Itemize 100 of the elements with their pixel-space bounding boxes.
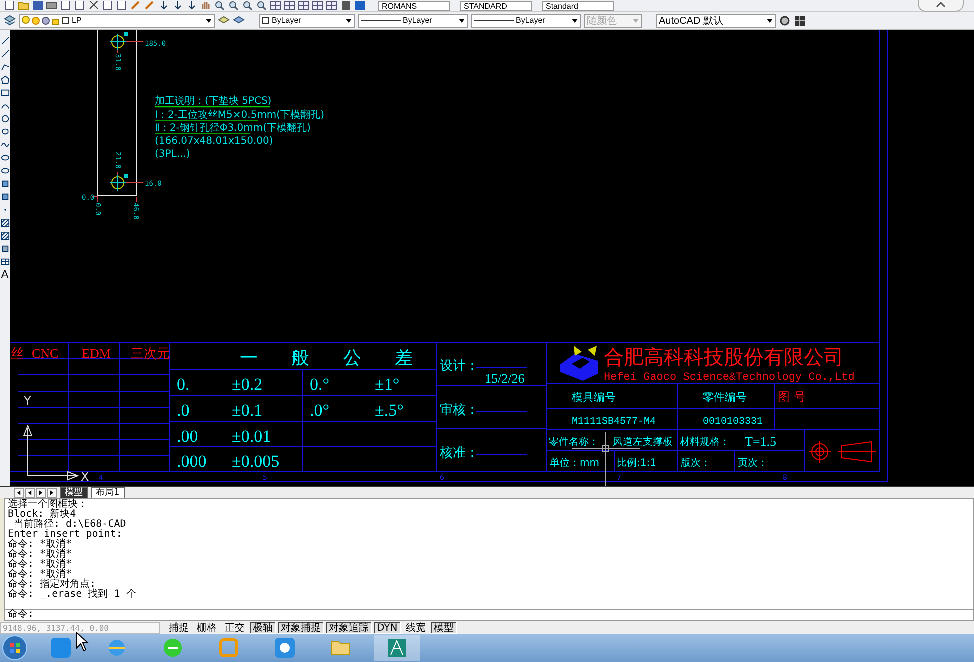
command-line: Block: 新块4 (8, 510, 76, 520)
command-line: Enter insert point: (8, 530, 124, 540)
caret-icon (572, 18, 578, 22)
page-label: 页次： (738, 458, 768, 469)
linetype-dropdown[interactable]: ByLayer (358, 14, 468, 28)
note-text: (3PL...) (155, 149, 190, 160)
grid-icon[interactable] (298, 0, 310, 10)
hatch-tool-icon[interactable] (0, 231, 10, 241)
line-sample-icon (474, 18, 514, 22)
layer-name: LP (72, 16, 83, 25)
command-prompt[interactable]: 命令: (4, 610, 974, 621)
cloud-tool-icon[interactable] (0, 127, 10, 137)
region-tool-icon[interactable] (0, 244, 10, 254)
polygon-tool-icon[interactable] (0, 75, 10, 85)
tab-scroll-icon[interactable] (47, 488, 57, 498)
lineweight-value: ByLayer (516, 16, 546, 25)
grid-icon[interactable] (326, 0, 338, 10)
text-tool-button[interactable]: A (1, 270, 9, 281)
table-cell: M1111SB4577-M4 (572, 417, 656, 428)
command-line: 命令: *取消* (8, 550, 74, 560)
zoom-icon[interactable] (214, 0, 226, 10)
scale-label: 比例:1:1 (617, 458, 656, 469)
status-toggle[interactable]: 极轴 (250, 622, 276, 634)
layout-tab[interactable]: 模型 (60, 486, 88, 498)
style-dropdown[interactable]: ROMANS (378, 0, 450, 10)
caret-icon (346, 18, 352, 22)
color-dropdown[interactable]: ByLayer (259, 14, 355, 28)
command-line: 选择一个图框块： (8, 500, 89, 510)
grid-icon[interactable] (312, 0, 324, 10)
arrow-icon[interactable] (186, 0, 198, 10)
tolerance-value: 0.° (310, 375, 330, 394)
column-header: 零件编号 (703, 391, 747, 404)
color-value: ByLayer (272, 16, 302, 25)
status-toggle[interactable]: DYN (374, 622, 401, 634)
visual-style-value: AutoCAD 默认 (659, 14, 724, 28)
start-button[interactable] (2, 635, 28, 661)
company-name: 合肥高科科技股份有限公司 (604, 345, 844, 369)
hatch-tool-icon[interactable] (0, 218, 10, 228)
hole-drawing (110, 174, 126, 192)
tolerance-value: ±0.1 (232, 401, 263, 420)
part-name: 风道左支撑板 (613, 437, 673, 448)
material-value: T=1.5 (745, 434, 777, 449)
part-name-label: 零件名称： (549, 437, 599, 448)
layout-tab[interactable]: 布局1 (91, 486, 125, 498)
signature-label: 核准： (440, 445, 479, 460)
command-line: 命令: *取消* (8, 570, 72, 580)
layers-icon[interactable] (233, 14, 245, 26)
tolerance-title: 一 般 公 差 (240, 348, 428, 369)
axis-label: Y (24, 394, 32, 408)
column-header: 模具编号 (572, 391, 616, 404)
caret-icon (206, 18, 212, 22)
unit-label: 单位：mm (550, 458, 600, 469)
command-line: 命令: 指定对角点: (8, 580, 96, 590)
layers-icon[interactable] (218, 14, 230, 26)
tolerance-value: ±1° (375, 375, 400, 394)
grid-icon[interactable] (270, 0, 282, 10)
company-name-english: Hefei Gaoco Science&Technology Co.,Ltd (604, 372, 855, 384)
note-text: Ⅱ：2-钢针孔径Φ3.0mm(下模翻孔) (155, 123, 311, 134)
zoom-icon[interactable] (256, 0, 268, 10)
lineweight-dropdown[interactable]: ByLayer (471, 14, 581, 28)
tolerance-value: .00 (177, 427, 198, 446)
note-text: (166.07x48.01x150.00) (155, 136, 274, 147)
tab-scroll-icon[interactable] (14, 488, 24, 498)
table-cell: 0010103331 (703, 417, 764, 428)
status-toggle[interactable]: 模型 (430, 622, 457, 634)
visual-style-dropdown[interactable]: AutoCAD 默认 (656, 14, 776, 28)
process-label: CNC (32, 346, 59, 361)
zoom-icon[interactable] (228, 0, 240, 10)
style-dropdown[interactable]: Standard (542, 0, 614, 10)
linetype-value: ByLayer (403, 16, 434, 25)
status-toggle[interactable]: 对象捕捉 (278, 622, 324, 634)
process-label: 丝 (11, 346, 24, 361)
grid-icon[interactable] (794, 14, 806, 26)
layers-icon[interactable] (4, 14, 16, 26)
command-line: 当前路径: d:\E68-CAD (14, 520, 128, 530)
arrow-icon[interactable] (172, 0, 184, 10)
note-text: Ⅰ：2-工位攻丝M5×0.5mm(下模翻孔) (155, 110, 324, 121)
drafting-app-icon[interactable] (386, 637, 408, 659)
status-toggle[interactable]: 栅格 (194, 622, 220, 634)
spline-tool-icon[interactable] (0, 140, 10, 150)
polyline-tool-icon[interactable] (0, 62, 10, 72)
ucs-icon (24, 424, 80, 480)
table-tool-icon[interactable] (0, 257, 10, 267)
note-title: 加工说明：(下垫块 5PCS) (155, 96, 272, 107)
tab-scroll-icon[interactable] (36, 488, 46, 498)
command-line: 命令: *取消* (8, 560, 74, 570)
status-toggle[interactable]: 对象追踪 (326, 622, 372, 634)
arrow-icon[interactable] (158, 0, 170, 10)
tolerance-value: .0° (310, 401, 330, 420)
tab-scroll-icon[interactable] (25, 488, 35, 498)
caret-icon (459, 18, 465, 22)
zoom-icon[interactable] (242, 0, 254, 10)
style-dropdown[interactable]: STANDARD (460, 0, 532, 10)
rectangle-tool-icon[interactable] (0, 88, 10, 98)
projection-symbol (808, 440, 876, 464)
caret-icon (633, 18, 639, 22)
grid-icon[interactable] (284, 0, 296, 10)
layer-dropdown[interactable]: LP (19, 14, 215, 28)
window-button[interactable] (918, 0, 964, 12)
circle-tool-icon[interactable] (0, 114, 10, 124)
